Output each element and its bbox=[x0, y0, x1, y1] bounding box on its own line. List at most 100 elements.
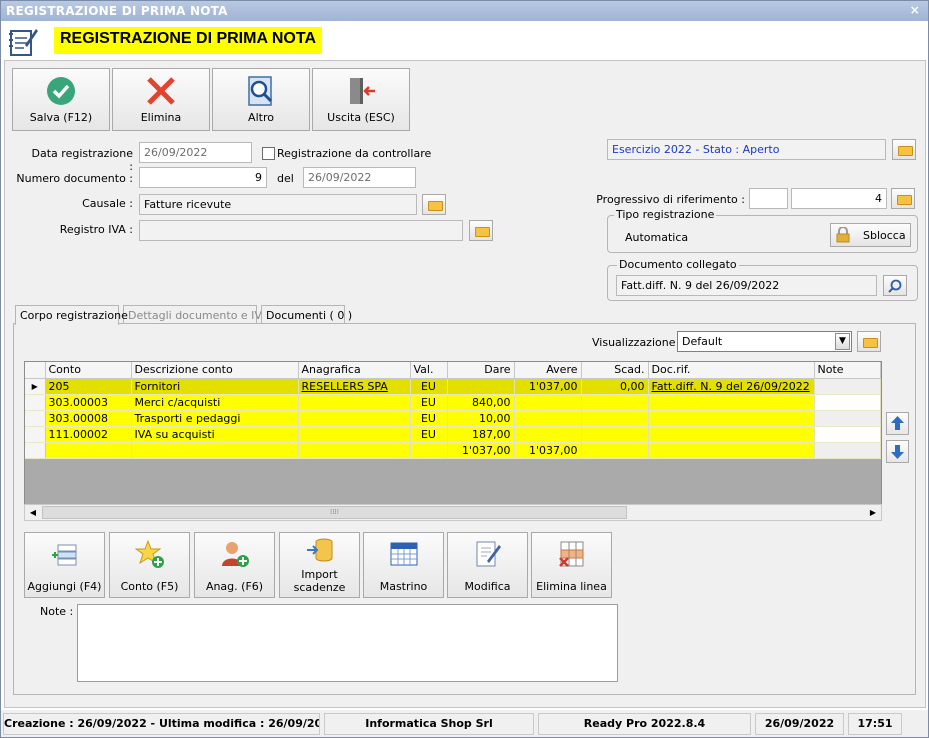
scroll-right-icon[interactable]: ▶ bbox=[865, 505, 881, 520]
note-textarea[interactable] bbox=[77, 604, 618, 682]
cell-descrizione[interactable] bbox=[131, 442, 299, 459]
cell-descrizione[interactable]: Fornitori bbox=[131, 378, 299, 395]
cell-dare[interactable]: 1'037,00 bbox=[447, 442, 515, 459]
move-down-button[interactable] bbox=[886, 440, 909, 463]
col-avere[interactable]: Avere bbox=[514, 362, 582, 379]
elimina-linea-button[interactable]: Elimina linea bbox=[531, 532, 612, 598]
cell-conto[interactable]: 111.00002 bbox=[45, 426, 132, 443]
cell-note[interactable] bbox=[814, 378, 881, 395]
progressivo-b-field[interactable]: 4 bbox=[791, 188, 887, 209]
table-row[interactable]: 303.00003 Merci c/acquisti EU 840,00 bbox=[25, 394, 881, 411]
row-indicator[interactable] bbox=[25, 394, 46, 411]
cell-scad[interactable]: 0,00 bbox=[581, 378, 649, 395]
cell-docrif[interactable] bbox=[648, 410, 815, 427]
cell-note[interactable] bbox=[814, 426, 881, 443]
scroll-thumb[interactable]: ⁞⁞⁞⁞ bbox=[42, 506, 627, 519]
col-note[interactable]: Note bbox=[814, 362, 881, 379]
documento-collegato-field[interactable]: Fatt.diff. N. 9 del 26/09/2022 bbox=[616, 275, 877, 296]
visualizzazione-select[interactable]: Default ▼ bbox=[677, 331, 852, 352]
esercizio-browse-button[interactable] bbox=[892, 139, 916, 160]
cell-dare[interactable] bbox=[447, 378, 515, 395]
row-indicator[interactable] bbox=[25, 410, 46, 427]
cell-descrizione[interactable]: Merci c/acquisti bbox=[131, 394, 299, 411]
cell-note[interactable] bbox=[814, 394, 881, 411]
registro-iva-browse-button[interactable] bbox=[469, 220, 493, 241]
col-docrif[interactable]: Doc.rif. bbox=[648, 362, 815, 379]
del-date-field[interactable]: 26/09/2022 bbox=[303, 167, 416, 188]
cell-docrif[interactable]: Fatt.diff. N. 9 del 26/09/2022 bbox=[648, 378, 815, 395]
col-dare[interactable]: Dare bbox=[447, 362, 515, 379]
cell-docrif[interactable] bbox=[648, 426, 815, 443]
progressivo-a-field[interactable] bbox=[749, 188, 788, 209]
import-scadenze-button[interactable]: Import scadenze bbox=[279, 532, 360, 598]
modifica-button[interactable]: Modifica bbox=[447, 532, 528, 598]
cell-descrizione[interactable]: IVA su acquisti bbox=[131, 426, 299, 443]
cell-valuta[interactable]: EU bbox=[410, 378, 448, 395]
cell-anagrafica[interactable] bbox=[298, 442, 411, 459]
save-button[interactable]: Salva (F12) bbox=[12, 68, 110, 131]
tab-corpo-registrazione[interactable]: Corpo registrazione bbox=[15, 305, 128, 325]
cell-valuta[interactable]: EU bbox=[410, 426, 448, 443]
cell-avere[interactable] bbox=[514, 394, 582, 411]
cell-anagrafica[interactable] bbox=[298, 426, 411, 443]
cell-avere[interactable] bbox=[514, 426, 582, 443]
col-anagrafica[interactable]: Anagrafica bbox=[298, 362, 411, 379]
move-up-button[interactable] bbox=[886, 412, 909, 435]
numero-documento-field[interactable]: 9 bbox=[139, 167, 267, 188]
sblocca-button[interactable]: Sblocca bbox=[830, 223, 911, 247]
cell-conto[interactable]: 303.00008 bbox=[45, 410, 132, 427]
cell-scad[interactable] bbox=[581, 426, 649, 443]
cell-dare[interactable]: 840,00 bbox=[447, 394, 515, 411]
row-indicator[interactable] bbox=[25, 426, 46, 443]
scroll-left-icon[interactable]: ◀ bbox=[25, 505, 41, 520]
table-row[interactable]: 1'037,00 1'037,00 bbox=[25, 442, 881, 459]
cell-docrif[interactable] bbox=[648, 442, 815, 459]
cell-avere[interactable]: 1'037,00 bbox=[514, 378, 582, 395]
da-controllare-checkbox[interactable] bbox=[262, 147, 275, 160]
causale-browse-button[interactable] bbox=[422, 194, 446, 215]
add-row-button[interactable]: Aggiungi (F4) bbox=[24, 532, 105, 598]
cell-scad[interactable] bbox=[581, 410, 649, 427]
cell-avere[interactable]: 1'037,00 bbox=[514, 442, 582, 459]
registration-grid[interactable]: Conto Descrizione conto Anagrafica Val. … bbox=[24, 361, 882, 521]
cell-valuta[interactable]: EU bbox=[410, 410, 448, 427]
cell-note[interactable] bbox=[814, 410, 881, 427]
tab-documenti[interactable]: Documenti ( 0 ) bbox=[261, 305, 352, 325]
col-valuta[interactable]: Val. bbox=[410, 362, 448, 379]
row-indicator[interactable] bbox=[25, 442, 46, 459]
cell-scad[interactable] bbox=[581, 442, 649, 459]
delete-button[interactable]: Elimina bbox=[112, 68, 210, 131]
cell-docrif[interactable] bbox=[648, 394, 815, 411]
table-row[interactable]: ▶ 205 Fornitori RESELLERS SPA EU 1'037,00 0,00… bbox=[25, 378, 881, 395]
row-pointer-icon[interactable]: ▶ bbox=[25, 378, 46, 395]
cell-conto[interactable]: 303.00003 bbox=[45, 394, 132, 411]
cell-note[interactable] bbox=[814, 442, 881, 459]
cell-dare[interactable]: 10,00 bbox=[447, 410, 515, 427]
tab-dettagli-documento[interactable]: Dettagli documento e IVA bbox=[123, 305, 269, 325]
cell-anagrafica[interactable] bbox=[298, 410, 411, 427]
more-button[interactable]: Altro bbox=[212, 68, 310, 131]
causale-field[interactable]: Fatture ricevute bbox=[139, 194, 417, 215]
col-conto[interactable]: Conto bbox=[45, 362, 132, 379]
mastrino-button[interactable]: Mastrino bbox=[363, 532, 444, 598]
cell-dare[interactable]: 187,00 bbox=[447, 426, 515, 443]
cell-anagrafica[interactable] bbox=[298, 394, 411, 411]
col-scad[interactable]: Scad. bbox=[581, 362, 649, 379]
cell-scad[interactable] bbox=[581, 394, 649, 411]
cell-valuta[interactable] bbox=[410, 442, 448, 459]
anagrafica-button[interactable]: Anag. (F6) bbox=[194, 532, 275, 598]
documento-collegato-search-button[interactable] bbox=[883, 275, 907, 296]
table-row[interactable]: 303.00008 Trasporti e pedaggi EU 10,00 bbox=[25, 410, 881, 427]
table-row[interactable]: 111.00002 IVA su acquisti EU 187,00 bbox=[25, 426, 881, 443]
cell-descrizione[interactable]: Trasporti e pedaggi bbox=[131, 410, 299, 427]
horizontal-scrollbar[interactable]: ◀ ⁞⁞⁞⁞ ▶ bbox=[24, 504, 882, 521]
progressivo-browse-button[interactable] bbox=[891, 188, 915, 209]
cell-valuta[interactable]: EU bbox=[410, 394, 448, 411]
visualizzazione-browse-button[interactable] bbox=[857, 331, 881, 352]
exit-button[interactable]: Uscita (ESC) bbox=[312, 68, 410, 131]
cell-conto[interactable] bbox=[45, 442, 132, 459]
data-registrazione-field[interactable]: 26/09/2022 bbox=[139, 142, 252, 163]
cell-conto[interactable]: 205 bbox=[45, 378, 132, 395]
cell-anagrafica[interactable]: RESELLERS SPA bbox=[298, 378, 411, 395]
conto-button[interactable]: Conto (F5) bbox=[109, 532, 190, 598]
